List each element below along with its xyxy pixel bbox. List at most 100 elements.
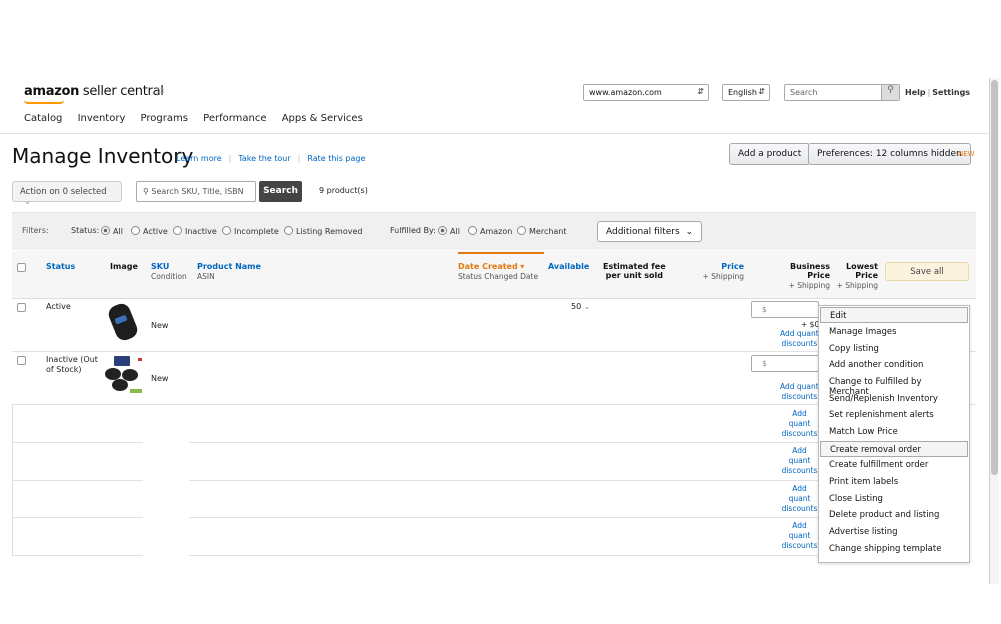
new-badge: NEW	[958, 150, 975, 158]
rate-page-link[interactable]: Rate this page	[307, 154, 365, 163]
menu-item-match-low-price[interactable]: Match Low Price	[820, 424, 968, 440]
col-product-name[interactable]: Product Name ASIN	[197, 262, 261, 281]
menu-item-replenishment-alerts[interactable]: Set replenishment alerts	[820, 407, 968, 423]
col-image-label: Image	[110, 262, 138, 271]
addq-line2: discounts	[781, 466, 818, 475]
addq-line2: discounts	[781, 392, 818, 401]
col-available-label: Available	[548, 262, 590, 271]
status-line1: Inactive (Out	[46, 355, 98, 364]
row-checkbox[interactable]	[17, 356, 26, 365]
header-search-placeholder: Search	[790, 88, 818, 97]
search-icon: ⚲	[143, 187, 149, 196]
learn-more-link[interactable]: Learn more	[176, 154, 222, 163]
menu-item-send-replenish[interactable]: Send/Replenish Inventory	[820, 391, 968, 407]
row-divider	[13, 480, 819, 481]
col-lowest-sub: + Shipping	[836, 281, 878, 290]
menu-item-change-to-fbm[interactable]: Change to Fulfilled by Merchant	[820, 374, 968, 397]
help-link[interactable]: Help	[905, 88, 926, 97]
menu-item-copy-listing[interactable]: Copy listing	[820, 341, 968, 357]
add-quantity-discounts-link[interactable]: Add quant discounts	[781, 521, 818, 551]
price-currency: $	[762, 359, 767, 368]
fulfilled-amazon-radio[interactable]: Amazon	[468, 226, 512, 236]
col-date-created-label: Date Created	[458, 262, 518, 271]
add-quantity-discounts-link[interactable]: Add quant discounts	[781, 484, 818, 514]
select-all-checkbox[interactable]	[17, 263, 26, 272]
fulfilled-all-radio[interactable]: All	[438, 226, 460, 236]
radio-icon	[517, 226, 526, 235]
language-select[interactable]: English ⇵	[722, 84, 770, 101]
menu-item-change-shipping-template[interactable]: Change shipping template	[820, 541, 968, 557]
preferences-button[interactable]: Preferences: 12 columns hidden	[808, 143, 971, 165]
status-listing-removed-radio[interactable]: Listing Removed	[284, 226, 362, 236]
col-price-sub: + Shipping	[702, 272, 744, 281]
addq-line1: Add quant	[780, 329, 819, 338]
radio-icon	[131, 226, 140, 235]
marketplace-select[interactable]: www.amazon.com ⇵	[583, 84, 709, 101]
col-lowest-price: Lowest Price + Shipping	[834, 262, 878, 290]
filter-bar: Filters: Status: All Active Inactive Inc…	[12, 212, 976, 250]
menu-item-create-fulfillment-order[interactable]: Create fulfillment order	[820, 457, 968, 473]
menu-item-print-labels[interactable]: Print item labels	[820, 474, 968, 490]
menu-item-delete-product[interactable]: Delete product and listing	[820, 507, 968, 523]
row-checkbox[interactable]	[17, 303, 26, 312]
menu-item-add-another-condition[interactable]: Add another condition	[820, 357, 968, 373]
col-available[interactable]: Available	[548, 262, 589, 271]
product-image[interactable]	[106, 301, 142, 341]
additional-filters-button[interactable]: Additional filters ⌄	[597, 221, 703, 242]
addq-line1: Add quant	[788, 446, 811, 465]
add-quantity-discounts-link[interactable]: Add quant discounts	[781, 409, 818, 439]
product-image[interactable]	[104, 354, 144, 394]
nav-inventory[interactable]: Inventory	[78, 113, 126, 124]
nav-apps-services[interactable]: Apps & Services	[282, 113, 363, 124]
radio-label: All	[113, 227, 123, 236]
col-sku[interactable]: SKU Condition	[151, 262, 187, 281]
settings-link[interactable]: Settings	[932, 88, 970, 97]
status-inactive-radio[interactable]: Inactive	[173, 226, 217, 236]
price-input[interactable]: $	[751, 355, 819, 372]
menu-item-advertise-listing[interactable]: Advertise listing	[820, 524, 968, 540]
save-all-button[interactable]: Save all	[885, 262, 969, 281]
menu-item-close-listing[interactable]: Close Listing	[820, 491, 968, 507]
flag-icon[interactable]: ⚐	[155, 85, 166, 99]
search-button[interactable]: Search	[259, 181, 302, 202]
sku-search-placeholder: Search SKU, Title, ISBN	[151, 187, 244, 196]
search-icon[interactable]: ⚲	[881, 85, 899, 100]
header-divider	[0, 133, 988, 134]
menu-item-manage-images[interactable]: Manage Images	[820, 324, 968, 340]
row-available[interactable]: 50 ⌄	[571, 302, 590, 311]
add-product-button[interactable]: Add a product	[729, 143, 811, 165]
status-active-radio[interactable]: Active	[131, 226, 168, 236]
col-date-created[interactable]: Date Created ▾ Status Changed Date	[458, 262, 538, 281]
radio-label: Active	[143, 227, 168, 236]
add-quantity-discounts-link[interactable]: Add quant discounts	[780, 382, 819, 402]
add-quantity-discounts-link[interactable]: Add quant discounts	[780, 329, 819, 349]
fulfilled-merchant-radio[interactable]: Merchant	[517, 226, 567, 236]
nav-programs[interactable]: Programs	[141, 113, 188, 124]
chevron-down-icon: ⌄	[685, 227, 694, 237]
sku-search-input[interactable]: ⚲ Search SKU, Title, ISBN	[136, 181, 256, 202]
price-input[interactable]: $	[751, 301, 819, 318]
nav-catalog[interactable]: Catalog	[24, 113, 62, 124]
vertical-scrollbar[interactable]	[989, 78, 999, 584]
header-search-input[interactable]: Search ⚲	[784, 84, 900, 101]
col-status[interactable]: Status	[46, 262, 75, 271]
bulk-action-select[interactable]: Action on 0 selected ⌄	[12, 181, 122, 207]
nav-performance[interactable]: Performance	[203, 113, 266, 124]
addq-line1: Add quant	[788, 521, 811, 540]
add-quantity-discounts-link[interactable]: Add quant discounts	[781, 446, 818, 476]
scrollbar-thumb[interactable]	[991, 80, 998, 475]
smile-icon	[24, 100, 64, 104]
addq-line2: discounts	[781, 541, 818, 550]
status-all-radio[interactable]: All	[101, 226, 123, 236]
menu-item-edit[interactable]: Edit	[820, 307, 968, 323]
col-price[interactable]: Price + Shipping	[702, 262, 744, 281]
amazon-seller-central-logo[interactable]: amazon seller central	[24, 84, 164, 104]
menu-item-create-removal-order[interactable]: Create removal order	[820, 441, 968, 457]
language-value: English	[728, 88, 757, 97]
logo-seller-central: seller central	[79, 84, 164, 99]
take-tour-link[interactable]: Take the tour	[238, 154, 290, 163]
status-incomplete-radio[interactable]: Incomplete	[222, 226, 279, 236]
status-line2: of Stock)	[46, 365, 82, 374]
loading-rows: Add quant discounts Add quant discounts Ad…	[12, 405, 819, 556]
price-currency: $	[762, 305, 767, 314]
